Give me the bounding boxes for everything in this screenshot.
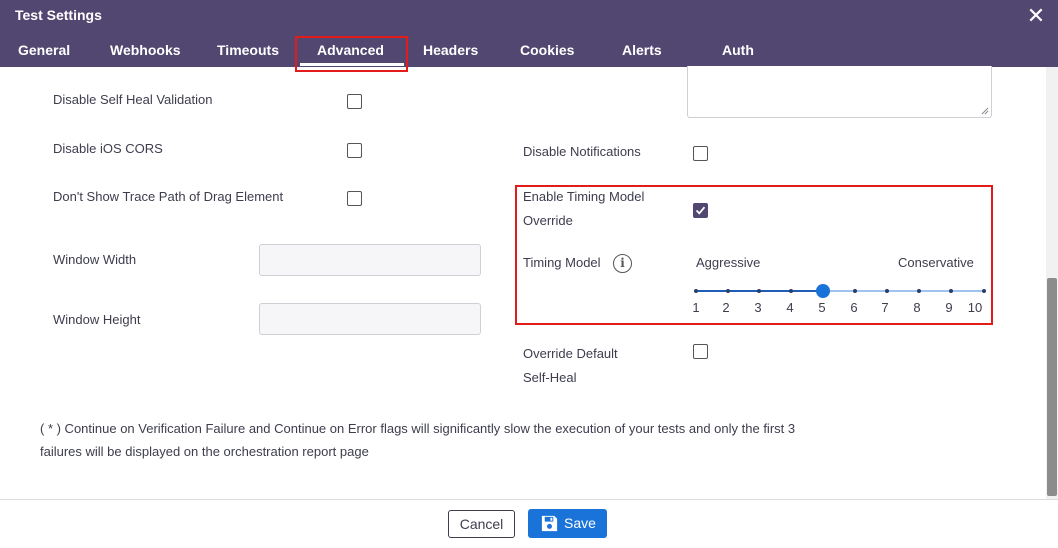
textarea-field[interactable] [687, 66, 992, 118]
dont-show-trace-path-checkbox[interactable] [347, 191, 362, 206]
slider-dot [726, 289, 730, 293]
slider-tick-label: 7 [881, 300, 889, 315]
floppy-disk-icon [541, 515, 558, 532]
tab-cookies[interactable]: Cookies [520, 42, 574, 58]
slider-dot [885, 289, 889, 293]
performance-note: ( * ) Continue on Verification Failure a… [40, 417, 920, 463]
enable-timing-model-override-label-line1: Enable Timing Model [523, 189, 645, 204]
slider-track-remaining[interactable] [823, 290, 984, 292]
override-default-self-heal-label-line1: Override Default [523, 346, 618, 361]
resize-grip-icon[interactable] [981, 107, 989, 115]
save-button-label: Save [564, 515, 596, 531]
tab-general[interactable]: General [18, 42, 70, 58]
enable-timing-model-override-checkbox[interactable] [693, 203, 708, 218]
slider-tick-label: 9 [945, 300, 953, 315]
note-line-1: ( * ) Continue on Verification Failure a… [40, 421, 796, 436]
enable-timing-model-override-label-line2: Override [523, 213, 573, 228]
tab-headers[interactable]: Headers [423, 42, 478, 58]
close-icon[interactable]: ✕ [1026, 5, 1046, 27]
tab-auth[interactable]: Auth [722, 42, 754, 58]
slider-dot [917, 289, 921, 293]
footer-divider [0, 499, 1058, 500]
checkmark-icon [695, 206, 706, 215]
timing-model-slider-thumb[interactable] [816, 284, 830, 298]
dialog-header: Test Settings ✕ General Webhooks Timeout… [0, 0, 1058, 67]
disable-notifications-label: Disable Notifications [523, 144, 641, 159]
slider-tick-label: 1 [692, 300, 700, 315]
slider-dot [853, 289, 857, 293]
slider-max-label: Conservative [898, 255, 974, 270]
scrollbar-thumb[interactable] [1047, 278, 1057, 496]
info-icon[interactable]: i [613, 254, 632, 273]
window-height-label: Window Height [53, 312, 141, 327]
slider-tick-label: 5 [818, 300, 826, 315]
cancel-button[interactable]: Cancel [448, 510, 515, 538]
slider-dot [757, 289, 761, 293]
disable-self-heal-validation-checkbox[interactable] [347, 94, 362, 109]
slider-tick-label: 6 [850, 300, 858, 315]
dont-show-trace-path-label: Don't Show Trace Path of Drag Element [53, 189, 284, 204]
slider-min-label: Aggressive [696, 255, 761, 270]
disable-ios-cors-label: Disable iOS CORS [53, 141, 163, 156]
tab-timeouts[interactable]: Timeouts [217, 42, 279, 58]
window-width-label: Window Width [53, 252, 137, 267]
slider-tick-label: 3 [754, 300, 762, 315]
slider-tick-label: 8 [913, 300, 921, 315]
save-button[interactable]: Save [528, 509, 607, 538]
override-default-self-heal-checkbox[interactable] [693, 344, 708, 359]
disable-ios-cors-checkbox[interactable] [347, 143, 362, 158]
dialog-title: Test Settings [15, 7, 102, 23]
disable-notifications-checkbox[interactable] [693, 146, 708, 161]
override-default-self-heal-label-line2: Self-Heal [523, 370, 577, 385]
window-width-input[interactable] [259, 244, 481, 276]
disable-self-heal-validation-label: Disable Self Heal Validation [53, 92, 213, 107]
slider-tick-label: 10 [967, 300, 983, 315]
advanced-tab-highlight-box [295, 36, 408, 72]
slider-dot [694, 289, 698, 293]
slider-dot [789, 289, 793, 293]
slider-dot [949, 289, 953, 293]
window-height-input[interactable] [259, 303, 481, 335]
tab-webhooks[interactable]: Webhooks [110, 42, 181, 58]
slider-tick-label: 2 [722, 300, 730, 315]
timing-model-label: Timing Model [523, 255, 601, 270]
slider-tick-label: 4 [786, 300, 794, 315]
note-line-2: failures will be displayed on the orches… [40, 444, 369, 459]
slider-dot [982, 289, 986, 293]
tab-alerts[interactable]: Alerts [622, 42, 662, 58]
